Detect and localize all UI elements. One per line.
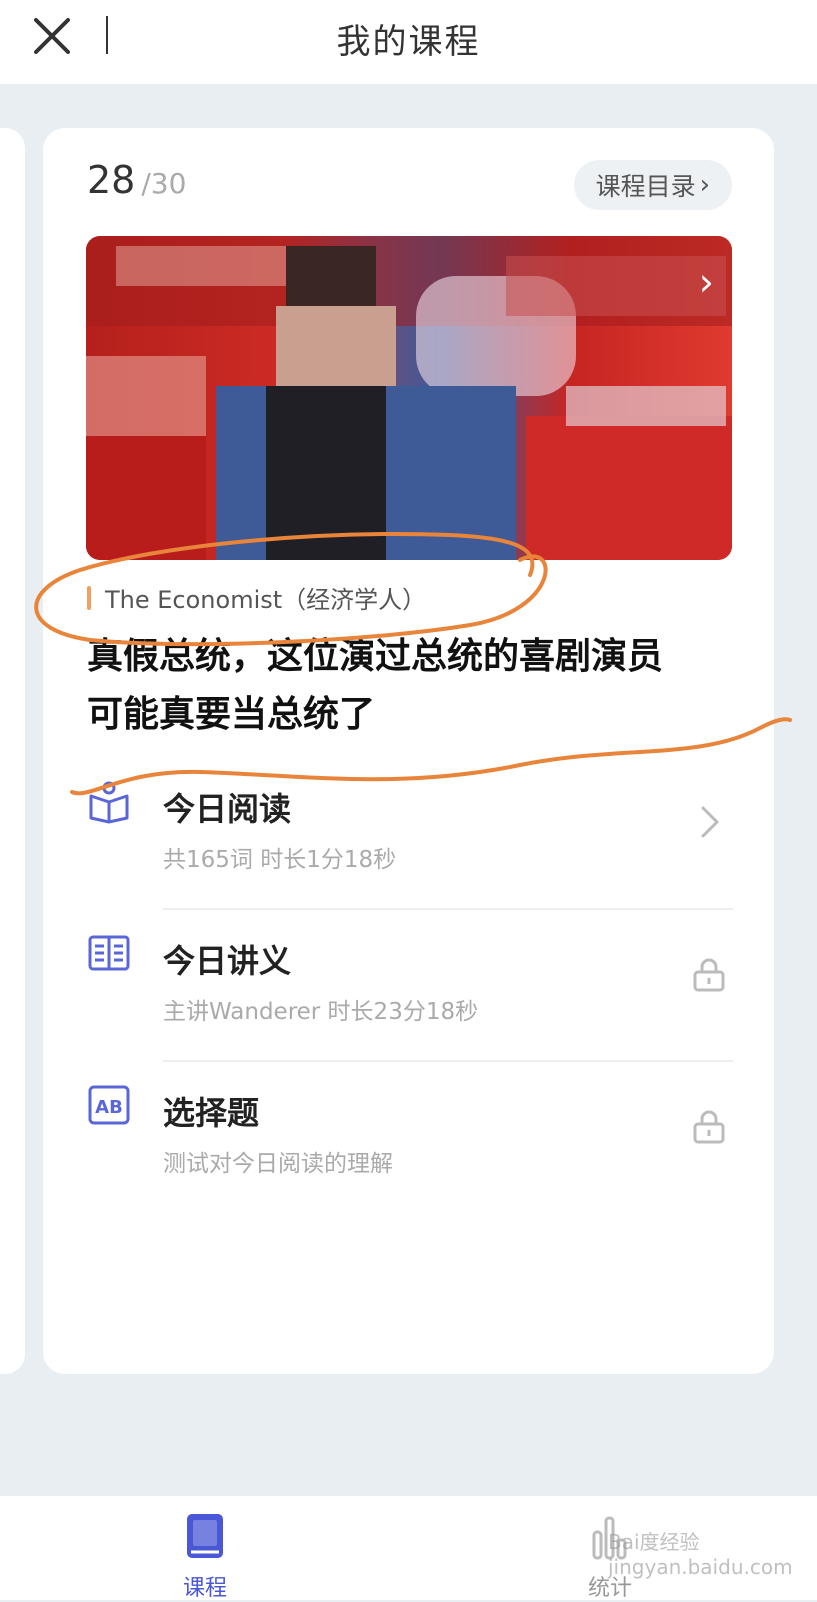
lock-icon — [693, 1110, 725, 1144]
book-icon — [187, 1514, 223, 1558]
item-subtitle: 测试对今日阅读的理解 — [163, 1151, 393, 1177]
source-label: The Economist（经济学人） — [105, 586, 427, 614]
item-divider — [163, 908, 733, 910]
course-card: 28 /30 课程目录 › › The Economist（经济学人） 真假总统… — [43, 128, 774, 1374]
chevron-right-icon: › — [699, 170, 710, 200]
quiz-ab-icon: AB — [88, 1085, 130, 1125]
headline-line-1: 真假总统，这位演过总统的喜剧演员 — [87, 636, 664, 677]
top-bar: 我的课程 — [0, 0, 817, 84]
item-title: 今日讲义 — [163, 942, 292, 980]
chevron-right-icon: › — [698, 260, 714, 304]
course-progress: 28 /30 — [87, 158, 186, 202]
bottom-tab-bar: 课程 统计 Bai度经验 jingyan.baidu.com — [0, 1496, 817, 1602]
item-today-handout[interactable]: 今日讲义 主讲Wanderer 时长23分18秒 — [87, 932, 733, 1062]
item-divider — [163, 1060, 733, 1062]
tab-course[interactable]: 课程 — [145, 1512, 265, 1602]
course-catalog-button[interactable]: 课程目录 › — [573, 160, 732, 210]
item-subtitle: 主讲Wanderer 时长23分18秒 — [163, 999, 479, 1025]
item-title: 选择题 — [163, 1094, 260, 1132]
item-title: 今日阅读 — [163, 790, 292, 828]
headline-line-2: 可能真要当总统了 — [87, 694, 376, 735]
article-source: The Economist（经济学人） — [87, 580, 426, 615]
page-title: 我的课程 — [336, 22, 481, 62]
chevron-right-icon — [701, 806, 719, 838]
article-headline[interactable]: 真假总统，这位演过总统的喜剧演员 可能真要当总统了 — [87, 628, 737, 744]
item-today-reading[interactable]: 今日阅读 共165词 时长1分18秒 — [87, 780, 733, 910]
item-subtitle: 共165词 时长1分18秒 — [163, 847, 397, 873]
cover-image[interactable]: › — [86, 236, 732, 560]
progress-total: /30 — [141, 167, 187, 200]
catalog-label: 课程目录 — [595, 172, 696, 201]
previous-course-card[interactable] — [0, 128, 25, 1374]
progress-current: 28 — [87, 158, 136, 202]
handout-icon — [88, 935, 130, 971]
reading-icon — [89, 781, 129, 824]
watermark: Bai度经验 jingyan.baidu.com — [608, 1530, 793, 1579]
tab-label: 课程 — [182, 1576, 227, 1601]
source-accent-bar — [87, 585, 91, 610]
lock-icon — [693, 958, 725, 992]
svg-text:AB: AB — [95, 1097, 123, 1118]
item-quiz[interactable]: AB 选择题 测试对今日阅读的理解 — [87, 1084, 733, 1214]
